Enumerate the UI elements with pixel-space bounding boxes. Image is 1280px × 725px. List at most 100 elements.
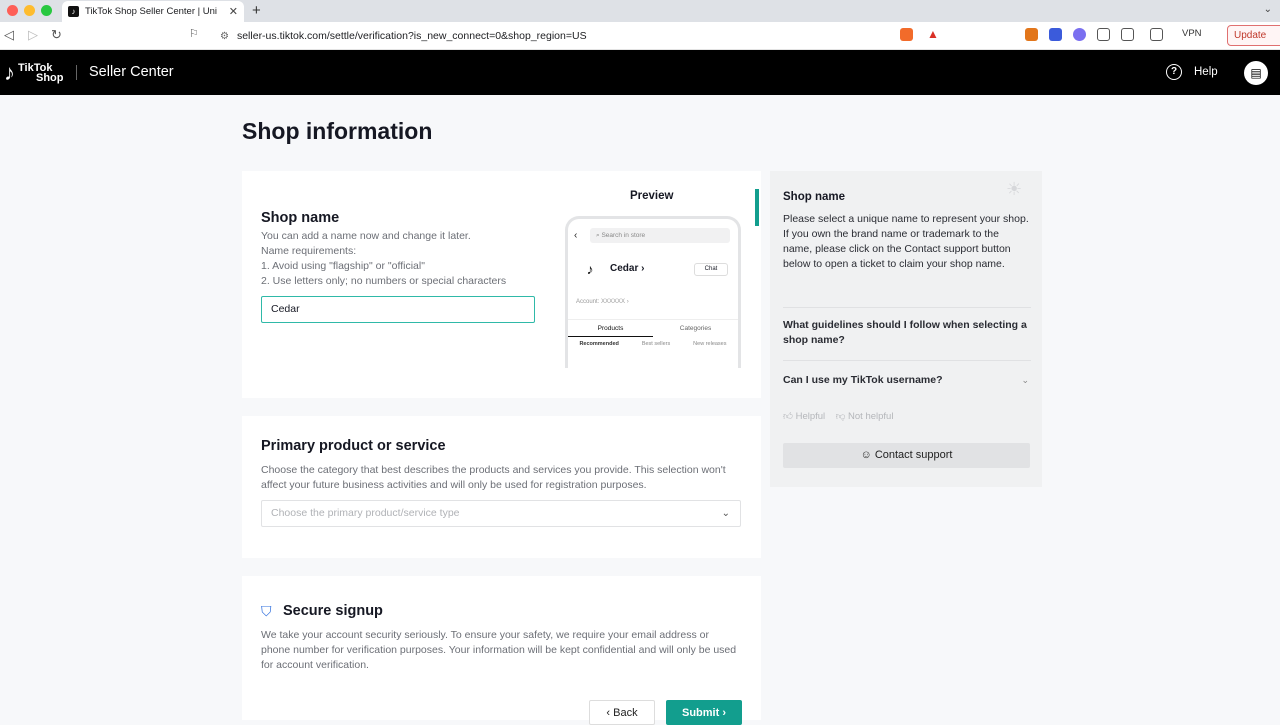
preview-tab-categories: Categories [679, 325, 712, 332]
minimize-window-button[interactable] [24, 5, 35, 16]
preview-subtab-recommended: Recommended [579, 341, 619, 347]
preview-subtab-best: Best sellers [641, 341, 671, 347]
chat-bubble-icon: ☺ [860, 449, 872, 461]
page-title: Shop information [242, 118, 433, 144]
preview-search-text: Search in store [601, 232, 646, 239]
requirement-2: 2. Use letters only; no numbers or speci… [261, 275, 507, 287]
faq-item-guidelines[interactable]: What guidelines should I follow when sel… [783, 318, 1031, 348]
name-requirements-label: Name requirements: [261, 245, 357, 257]
bookmark-icon[interactable]: ⚐ [189, 27, 199, 40]
wallet-icon[interactable] [1150, 28, 1163, 41]
store-icon[interactable]: ▤ [1244, 61, 1268, 85]
chevron-right-icon: › [719, 706, 726, 719]
primary-product-desc: Choose the category that best describes … [261, 464, 726, 491]
shield-icon: ⛉ [261, 603, 272, 619]
shop-name-desc: You can add a name now and change it lat… [261, 230, 471, 242]
preview-tab-products: Products [568, 320, 653, 337]
chevron-down-icon: ⌄ [721, 508, 730, 519]
preview-tabs: Products Categories [568, 319, 738, 337]
contact-support-label: Contact support [874, 449, 953, 461]
shop-name-input[interactable]: Cedar [261, 296, 535, 323]
chevron-down-icon: ⌄ [1021, 375, 1029, 385]
faq-username-text: Can I use my TikTok username? [783, 374, 943, 386]
question-mark-icon: ? [1166, 64, 1182, 80]
header-divider [76, 65, 77, 80]
helpful-label: Helpful [795, 411, 826, 422]
contact-support-button[interactable]: ☺ Contact support [783, 443, 1030, 468]
preview-shop-name: Cedar › [610, 263, 645, 274]
back-button[interactable]: ‹ Back [589, 700, 655, 725]
preview-account-text: Account: XXXXXX [576, 299, 626, 305]
preview-chat-button: Chat [694, 263, 728, 276]
side-panel-desc-1: Please select a unique name to represent… [783, 213, 1029, 225]
forward-nav-icon[interactable]: ▷ [28, 27, 38, 43]
primary-product-title: Primary product or service [261, 438, 446, 454]
side-panel-desc-2: If you own the brand name or trademark t… [783, 228, 1011, 270]
extensions-puzzle-icon[interactable] [1097, 28, 1110, 41]
submit-label: Submit [681, 706, 720, 719]
extension-grid-icon[interactable] [1049, 28, 1062, 41]
tab-search-chevron-icon[interactable]: ⌄ [1264, 4, 1272, 15]
not-helpful-button[interactable]: 👎︎ Not helpful [836, 411, 894, 422]
faq-divider [783, 307, 1031, 308]
preview-search-bar: ⌕ Search in store [590, 228, 730, 243]
close-tab-icon[interactable]: ✕ [229, 5, 238, 18]
side-panel-desc: Please select a unique name to represent… [783, 212, 1031, 272]
secure-signup-desc: We take your account security seriously.… [261, 629, 737, 671]
url-text: seller-us.tiktok.com/settle/verification… [236, 30, 587, 42]
preview-subtab-new: New releases [693, 341, 727, 347]
browser-tab-strip: ♪ TikTok Shop Seller Center | Uni ✕ + ⌄ [0, 0, 1280, 22]
requirement-1: 1. Avoid using "flagship" or "official" [261, 260, 425, 272]
tiktok-note-icon: ♪ [4, 60, 15, 85]
primary-product-select[interactable]: Choose the primary product/service type … [261, 500, 741, 527]
helpful-button[interactable]: 👍︎ Helpful [783, 411, 825, 422]
submit-button[interactable]: Submit › [666, 700, 742, 725]
not-helpful-label: Not helpful [848, 411, 894, 422]
site-info-icon[interactable]: ⚙ [220, 31, 229, 42]
browser-toolbar: ◁ ▷ ↻ ⚐ ⚙ seller-us.tiktok.com/settle/ve… [0, 22, 1280, 50]
brave-rewards-icon[interactable]: ▲ [927, 28, 940, 41]
address-bar[interactable]: ⚙ seller-us.tiktok.com/settle/verificati… [210, 25, 970, 47]
metamask-extension-icon[interactable] [1025, 28, 1038, 41]
preview-scrollbar[interactable] [755, 189, 759, 226]
preview-shop-name-text: Cedar [610, 263, 639, 274]
side-panel-title: Shop name [783, 191, 845, 203]
browser-tab[interactable]: ♪ TikTok Shop Seller Center | Uni ✕ [62, 1, 244, 22]
tiktok-shop-logo[interactable]: ♪ TikTok Shop [4, 60, 64, 86]
logo-text-bottom: Shop [36, 72, 64, 84]
back-nav-icon[interactable]: ◁ [4, 27, 14, 43]
feedback-row: 👍︎ Helpful 👎︎ Not helpful [783, 410, 893, 422]
help-side-panel: ☀ Shop name Please select a unique name … [770, 171, 1042, 487]
preview-label: Preview [630, 190, 674, 202]
back-label: Back [613, 706, 638, 719]
header-title: Seller Center [89, 64, 174, 80]
preview-subtabs: Recommended Best sellers New releases [568, 341, 738, 347]
close-window-button[interactable] [7, 5, 18, 16]
preview-account: Account: XXXXXX › [576, 299, 629, 305]
reload-icon[interactable]: ↻ [51, 27, 62, 43]
thumbs-up-icon: 👍︎ [783, 411, 793, 422]
sidebar-toggle-icon[interactable] [1121, 28, 1134, 41]
extension-icon[interactable] [1073, 28, 1086, 41]
chevron-left-icon: ‹ [606, 706, 614, 719]
vpn-button[interactable]: VPN [1182, 28, 1202, 39]
phone-preview: ‹ ⌕ Search in store ♪ Cedar › Chat Accou… [565, 216, 741, 368]
shop-name-title: Shop name [261, 210, 340, 226]
preview-back-icon: ‹ [574, 230, 578, 241]
new-tab-button[interactable]: + [252, 2, 261, 19]
secure-signup-title: Secure signup [283, 603, 383, 619]
update-button[interactable]: Update [1227, 25, 1280, 46]
select-placeholder: Choose the primary product/service type [271, 507, 460, 519]
maximize-window-button[interactable] [41, 5, 52, 16]
faq-item-username[interactable]: Can I use my TikTok username? ⌄ [783, 373, 1031, 388]
seller-center-header: ♪ TikTok Shop Seller Center ? Help ▤ [0, 50, 1280, 95]
help-button[interactable]: ? Help [1166, 64, 1218, 80]
lightbulb-icon: ☀ [1006, 179, 1023, 199]
preview-shop-logo-icon: ♪ [580, 259, 600, 279]
help-label: Help [1194, 66, 1218, 78]
tab-title: TikTok Shop Seller Center | Uni [85, 6, 218, 17]
thumbs-down-icon: 👎︎ [835, 411, 846, 422]
tiktok-favicon-icon: ♪ [68, 6, 79, 17]
faq-guidelines-text: What guidelines should I follow when sel… [783, 319, 1027, 346]
brave-shield-icon[interactable] [900, 28, 913, 41]
